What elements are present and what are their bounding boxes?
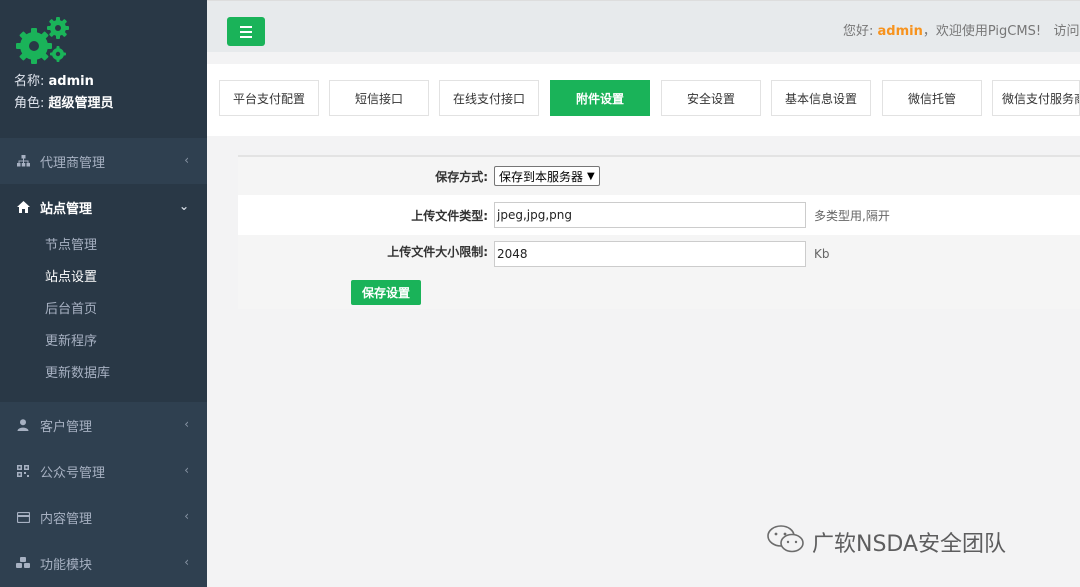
chevron-left-icon: ‹ [184, 417, 189, 431]
storage-select-value: 保存到本服务器 [499, 169, 584, 184]
profile-role-value: 超级管理员 [48, 96, 114, 111]
form-row-filetype: 上传文件类型: jpeg,jpg,png 多类型用,隔开 [238, 195, 1080, 235]
chevron-left-icon: ‹ [184, 509, 189, 523]
tab-platform-payment[interactable]: 平台支付配置 [219, 80, 319, 116]
filetype-hint: 多类型用,隔开 [814, 208, 890, 223]
tab-wechat-pay-provider[interactable]: 微信支付服务商 [992, 80, 1080, 116]
tab-sms[interactable]: 短信接口 [329, 80, 429, 116]
settings-tabs: 平台支付配置 短信接口 在线支付接口 附件设置 安全设置 基本信息设置 微信托管… [207, 64, 1080, 136]
submenu-item-admin-home[interactable]: 后台首页 [0, 294, 207, 326]
sidebar-item-label: 公众号管理 [40, 465, 106, 481]
submenu-item-site-settings[interactable]: 站点设置 [0, 262, 207, 294]
hamburger-icon [240, 35, 252, 38]
wechat-icon [766, 524, 806, 560]
welcome-message: 您好: admin，欢迎使用PigCMS! 访问 [843, 20, 1079, 39]
watermark: 广软NSDA安全团队 [766, 524, 1006, 560]
chevron-down-icon: ⌄ [178, 199, 189, 213]
profile-name-value: admin [48, 74, 94, 89]
profile-name-label: 名称: [14, 74, 45, 89]
top-bar: 您好: admin，欢迎使用PigCMS! 访问 [207, 0, 1080, 52]
sidebar-item-label: 站点管理 [40, 201, 93, 217]
profile-role: 角色: 超级管理员 [14, 94, 207, 114]
tab-wechat-hosting[interactable]: 微信托管 [882, 80, 982, 116]
greeting-text: 您好: [843, 24, 878, 39]
watermark-text: 广软NSDA安全团队 [812, 532, 1007, 557]
username: admin [877, 24, 923, 39]
menu-toggle-button[interactable] [227, 17, 265, 46]
chevron-left-icon: ‹ [184, 463, 189, 477]
sidebar-item-modules[interactable]: 功能模块 ‹ [0, 540, 207, 586]
storage-select[interactable]: 保存到本服务器 ▼ [494, 166, 600, 186]
hamburger-icon [240, 30, 252, 33]
home-icon [16, 200, 30, 214]
filetype-label: 上传文件类型: [411, 208, 488, 223]
sidebar-item-customers[interactable]: 客户管理 ‹ [0, 402, 207, 448]
submenu-item-update-database[interactable]: 更新数据库 [0, 358, 207, 390]
visit-link[interactable]: 访问 [1053, 24, 1079, 39]
profile-name: 名称: admin [14, 72, 207, 92]
gears-logo-icon [14, 14, 74, 68]
welcome-text: ，欢迎使用PigCMS! [922, 24, 1042, 39]
sidebar-item-agents[interactable]: 代理商管理 ‹ [0, 138, 207, 184]
submenu-item-nodes[interactable]: 节点管理 [0, 230, 207, 262]
filetype-input[interactable]: jpeg,jpg,png [494, 202, 806, 228]
sidebar-item-label: 功能模块 [40, 557, 93, 573]
hamburger-icon [240, 25, 252, 28]
profile-role-label: 角色: [14, 96, 45, 111]
storage-label: 保存方式: [435, 169, 488, 184]
sidebar: 名称: admin 角色: 超级管理员 代理商管理 ‹ 站点管理 ⌄ 节点管理 … [0, 0, 207, 587]
qrcode-icon [16, 464, 30, 478]
chevron-left-icon: ‹ [184, 555, 189, 569]
chevron-down-icon: ▼ [587, 170, 595, 182]
submenu-sites: 节点管理 站点设置 后台首页 更新程序 更新数据库 [0, 230, 207, 402]
submenu-item-update-program[interactable]: 更新程序 [0, 326, 207, 358]
card-icon [16, 510, 30, 524]
chevron-left-icon: ‹ [184, 153, 189, 167]
user-icon [16, 418, 30, 432]
profile-panel: 名称: admin 角色: 超级管理员 [0, 0, 207, 138]
attachment-settings-form: 保存方式: 保存到本服务器 ▼ 上传文件类型: jpeg,jpg,png 多类型… [238, 155, 1080, 309]
sitemap-icon [16, 154, 30, 168]
sidebar-item-label: 内容管理 [40, 511, 93, 527]
sidebar-item-content[interactable]: 内容管理 ‹ [0, 494, 207, 540]
save-settings-button[interactable]: 保存设置 [351, 280, 421, 305]
form-row-filesize-bg [238, 237, 1080, 273]
tab-attachment-settings[interactable]: 附件设置 [550, 80, 650, 116]
sidebar-item-label: 客户管理 [40, 419, 93, 435]
form-row-storage: 保存方式: 保存到本服务器 ▼ [238, 157, 1080, 195]
tab-basic-info[interactable]: 基本信息设置 [771, 80, 871, 116]
sidebar-item-official-accounts[interactable]: 公众号管理 ‹ [0, 448, 207, 494]
tab-security[interactable]: 安全设置 [661, 80, 761, 116]
sidebar-item-sites[interactable]: 站点管理 ⌄ [0, 184, 207, 230]
sidebar-item-label: 代理商管理 [40, 155, 106, 171]
cubes-icon [16, 556, 30, 570]
tab-online-payment[interactable]: 在线支付接口 [439, 80, 539, 116]
